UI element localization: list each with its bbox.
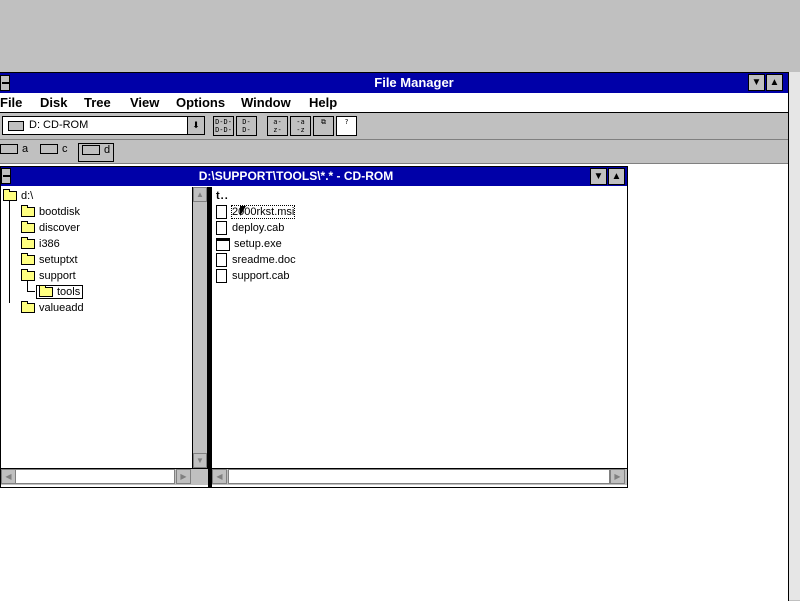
drive-d-label: d — [104, 144, 111, 156]
parent-directory-icon: t.. — [216, 190, 229, 202]
file-item[interactable]: support.cab — [216, 268, 289, 284]
directory-maximize-button[interactable]: ▲ — [608, 168, 625, 185]
dropdown-arrow-icon[interactable]: ⬇ — [187, 117, 204, 134]
drive-select[interactable]: D: CD-ROM ⬇ — [2, 116, 205, 135]
file-item[interactable]: sreadme.doc — [216, 252, 296, 268]
file-name: deploy.cab — [232, 222, 285, 234]
tree-item-label: bootdisk — [39, 206, 80, 218]
tree-item-label: support — [39, 270, 76, 282]
menu-options[interactable]: Options — [176, 95, 225, 110]
file-item[interactable]: 2000rkst.msi — [216, 204, 296, 220]
drive-c-label: c — [62, 143, 68, 155]
folder-icon — [3, 189, 17, 202]
tree-item-i386[interactable]: i386 — [21, 236, 60, 252]
folder-icon — [21, 205, 35, 218]
cdrom-drive-icon — [82, 145, 100, 156]
copy-icon-button[interactable]: ⧉ — [313, 116, 334, 136]
folder-icon — [21, 253, 35, 266]
tree-item-support[interactable]: support — [21, 268, 76, 284]
drive-a-label: a — [22, 143, 29, 155]
directory-window-title-bar[interactable]: D:\SUPPORT\TOOLS\*.* - CD-ROM ▼ ▲ — [1, 167, 627, 186]
directory-tree-pane: d:\ bootdisk discover i386 setuptxt supp… — [1, 187, 192, 468]
drive-bar: a c d — [0, 140, 788, 164]
menu-view[interactable]: View — [130, 95, 159, 110]
title-bar[interactable]: File Manager ▼ ▲ — [0, 73, 788, 93]
tree-item-discover[interactable]: discover — [21, 220, 80, 236]
toolbar: D: CD-ROM ⬇ D-D- D-D- D- D- a- z- -a -z … — [0, 113, 788, 140]
properties-button[interactable]: ? — [336, 116, 357, 136]
tree-line — [27, 281, 28, 291]
tree-vertical-scrollbar[interactable]: ▲ ▼ — [192, 187, 208, 468]
tree-line — [27, 291, 35, 292]
tree-horizontal-scrollbar[interactable]: ◀ ▶ — [1, 468, 208, 485]
drive-c[interactable]: c — [40, 143, 68, 160]
folder-icon — [21, 221, 35, 234]
tree-item-tools[interactable]: tools — [36, 284, 84, 300]
floppy-drive-icon — [0, 144, 18, 155]
mouse-cursor-icon — [240, 206, 246, 216]
drive-a[interactable]: a — [0, 143, 28, 160]
tree-item-valueadd[interactable]: valueadd — [21, 300, 84, 316]
file-manager-window: File Manager ▼ ▲ File Disk Tree View Opt… — [0, 72, 789, 601]
hard-drive-icon — [40, 144, 58, 155]
directory-minimize-button[interactable]: ▼ — [590, 168, 607, 185]
drive-d[interactable]: d — [78, 143, 115, 162]
tree-root[interactable]: d:\ — [3, 188, 33, 204]
scroll-left-icon[interactable]: ◀ — [1, 469, 16, 484]
minimize-button[interactable]: ▼ — [748, 74, 765, 91]
file-item[interactable]: setup.exe — [216, 236, 282, 252]
document-icon — [216, 205, 227, 220]
scroll-thumb[interactable] — [15, 469, 175, 484]
menu-window[interactable]: Window — [241, 95, 291, 110]
cdrom-drive-icon — [8, 121, 24, 131]
file-name: support.cab — [232, 270, 290, 282]
tree-item-label: setuptxt — [39, 254, 78, 266]
folder-icon — [21, 237, 35, 250]
tree-item-label: tools — [57, 286, 81, 298]
file-name: setup.exe — [234, 238, 282, 250]
tree-root-label: d:\ — [21, 190, 34, 202]
selected-folder: tools — [36, 285, 84, 299]
menu-help[interactable]: Help — [309, 95, 337, 110]
file-list-pane: t.. 2000rkst.msi deploy.cab setup.exe sr… — [212, 187, 627, 468]
maximize-button[interactable]: ▲ — [766, 74, 783, 91]
file-item[interactable]: deploy.cab — [216, 220, 284, 236]
file-item-updir[interactable]: t.. — [216, 188, 229, 204]
scroll-down-icon[interactable]: ▼ — [193, 453, 207, 468]
tree-item-setuptxt[interactable]: setuptxt — [21, 252, 78, 268]
executable-icon — [216, 237, 230, 251]
background-window-edge — [789, 72, 800, 600]
sort-by-type-button[interactable]: -a -z — [290, 116, 311, 136]
scroll-left-icon[interactable]: ◀ — [212, 469, 227, 484]
document-icon — [216, 221, 227, 236]
file-list-horizontal-scrollbar[interactable]: ◀ ▶ — [212, 468, 627, 485]
scroll-thumb[interactable] — [228, 469, 610, 484]
drive-select-value: D: CD-ROM — [29, 119, 89, 131]
menu-file[interactable]: File — [0, 95, 22, 110]
directory-window: D:\SUPPORT\TOOLS\*.* - CD-ROM ▼ ▲ d:\ bo… — [0, 166, 628, 488]
open-folder-icon — [39, 285, 53, 298]
folder-icon — [21, 301, 35, 314]
sort-by-name-button[interactable]: a- z- — [267, 116, 288, 136]
tree-item-label: discover — [39, 222, 80, 234]
menu-disk[interactable]: Disk — [40, 95, 67, 110]
connect-network-drive-button[interactable]: D-D- D-D- — [213, 116, 234, 136]
document-icon — [216, 253, 227, 268]
tree-line — [9, 201, 10, 303]
scroll-up-icon[interactable]: ▲ — [193, 187, 207, 202]
directory-window-title: D:\SUPPORT\TOOLS\*.* - CD-ROM — [198, 169, 394, 183]
window-title: File Manager — [374, 75, 454, 90]
menu-tree[interactable]: Tree — [84, 95, 111, 110]
folder-icon — [21, 269, 35, 282]
tree-item-label: i386 — [39, 238, 60, 250]
tree-item-bootdisk[interactable]: bootdisk — [21, 204, 80, 220]
disconnect-network-drive-button[interactable]: D- D- — [236, 116, 257, 136]
document-icon — [216, 269, 227, 284]
scroll-right-icon[interactable]: ▶ — [610, 469, 625, 484]
tree-item-label: valueadd — [39, 302, 84, 314]
menu-bar: File Disk Tree View Options Window Help — [0, 93, 788, 113]
file-name: sreadme.doc — [232, 254, 296, 266]
scroll-right-icon[interactable]: ▶ — [176, 469, 191, 484]
